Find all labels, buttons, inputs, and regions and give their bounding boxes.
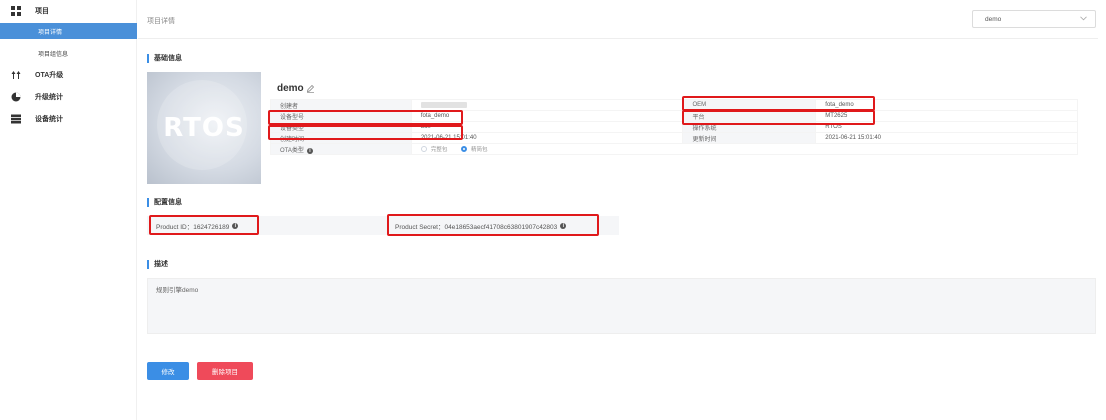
info-icon[interactable]: i [560, 222, 567, 229]
project-info-table: 创建者 OEM fota_demo 设备型号 fota_demo 平台 MT26… [270, 99, 1079, 155]
edit-button[interactable]: 修改 [147, 362, 189, 380]
value-device-model: fota_demo [410, 110, 684, 122]
table-row: 创建者 OEM fota_demo [270, 99, 1078, 111]
product-id: Product ID：1624726189 i [156, 216, 239, 235]
value-device-type: box [410, 121, 684, 133]
sidebar-item-project-group[interactable]: 项目组信息 [0, 45, 137, 61]
radio-lite-package[interactable]: 精简包 [461, 145, 488, 153]
table-row: 创建时间 2021-06-21 15:01:40 更新时间 2021-06-21… [270, 132, 1078, 144]
section-marker [147, 53, 149, 63]
table-row: 设备型号 fota_demo 平台 MT2625 [270, 110, 1078, 122]
section-config-info: 配置信息 [147, 197, 182, 207]
radio-circle-selected [461, 145, 468, 152]
project-select-value: demo [985, 15, 1002, 23]
config-row: Product ID：1624726189 i Product Secret：04… [147, 216, 619, 235]
label-created-time: 创建时间 [270, 132, 412, 144]
value-creator [410, 99, 684, 111]
ota-type-label: OTA类型 [280, 147, 304, 154]
label-ota-type: OTA类型 i [270, 143, 412, 155]
section-title: 描述 [154, 261, 168, 268]
radio-label: 完整包 [430, 146, 448, 153]
product-secret: Product Secret：04e18653aecf41708c6380190… [395, 216, 567, 235]
value-updated-time: 2021-06-21 15:01:40 [815, 132, 1078, 144]
radio-circle [420, 145, 427, 152]
header-divider [138, 38, 1098, 39]
table-row: 设备类型 box 操作系统 RTOS [270, 121, 1078, 133]
sidebar-item-label: OTA升级 [35, 72, 64, 79]
sidebar-item-label: 项目详情 [38, 29, 63, 36]
sidebar-item-device-stats[interactable]: 设备统计 [0, 111, 137, 127]
sidebar-item-label: 设备统计 [35, 116, 63, 123]
image-text: RTOS [163, 113, 245, 143]
sidebar-item-label: 项目 [35, 8, 49, 15]
sidebar-item-ota-upgrade[interactable]: OTA升级 [0, 67, 137, 83]
upgrade-arrows-icon [11, 70, 21, 80]
section-marker [147, 259, 149, 269]
label-platform: 平台 [682, 110, 817, 122]
product-secret-text: Product Secret：04e18653aecf41708c6380190… [395, 223, 558, 231]
table-row: OTA类型 i 完整包 精简包 [270, 143, 1079, 155]
redacted-value [420, 101, 467, 108]
sidebar-item-project[interactable]: 项目 [0, 3, 137, 19]
label-device-model: 设备型号 [270, 110, 412, 122]
chevron-down-icon [1080, 16, 1087, 23]
value-platform: MT2625 [815, 110, 1078, 122]
product-id-text: Product ID：1624726189 [156, 223, 230, 231]
value-oem: fota_demo [815, 99, 1078, 111]
edit-pencil-icon[interactable] [306, 84, 315, 93]
radio-full-package[interactable]: 完整包 [420, 145, 448, 153]
section-marker [147, 197, 149, 207]
section-title: 配置信息 [154, 199, 182, 206]
page-title: 项目详情 [147, 18, 175, 25]
project-name: demo [277, 83, 304, 94]
sidebar-item-label: 项目组信息 [38, 51, 69, 58]
project-select[interactable]: demo [972, 10, 1096, 28]
section-basic-info: 基础信息 [147, 53, 182, 63]
delete-project-button[interactable]: 删除项目 [197, 362, 253, 380]
sidebar-item-project-detail[interactable]: 项目详情 [0, 23, 137, 39]
sidebar-item-upgrade-stats[interactable]: 升级统计 [0, 89, 137, 105]
section-title: 基础信息 [154, 55, 182, 62]
ota-type-options: 完整包 精简包 [410, 143, 1079, 155]
section-description: 描述 [147, 259, 168, 269]
pie-chart-icon [11, 92, 21, 102]
radio-label: 精简包 [471, 146, 488, 153]
label-creator: 创建者 [270, 99, 412, 111]
label-os: 操作系统 [682, 121, 817, 133]
device-list-icon [11, 114, 21, 124]
value-os: RTOS [815, 121, 1078, 133]
info-icon[interactable]: i [306, 147, 313, 154]
description-box: 规则引擎demo [147, 278, 1096, 334]
label-device-type: 设备类型 [270, 121, 412, 133]
info-icon[interactable]: i [232, 222, 239, 229]
project-image: RTOS [147, 72, 261, 184]
label-oem: OEM [682, 99, 817, 111]
grid-icon [11, 6, 21, 16]
value-created-time: 2021-06-21 15:01:40 [410, 132, 684, 144]
sidebar-item-label: 升级统计 [35, 94, 63, 101]
sidebar: 项目 项目详情 项目组信息 OTA升级 升级统计 设备统计 [0, 0, 137, 420]
label-updated-time: 更新时间 [682, 132, 817, 144]
